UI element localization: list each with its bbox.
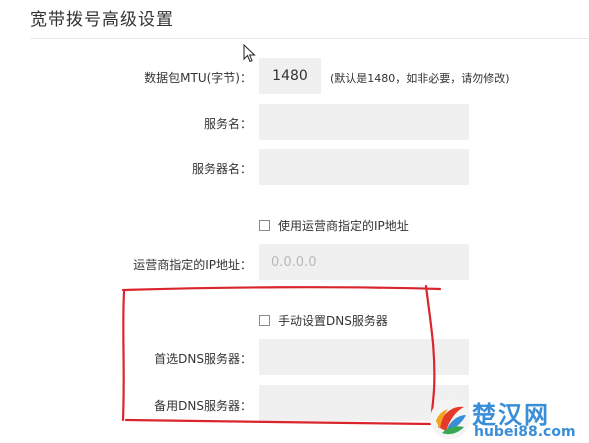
- site-watermark: 楚汉网 hubei88.com: [428, 395, 589, 443]
- title-divider: [30, 38, 589, 39]
- isp-ip-label: 运营商指定的IP地址：: [133, 258, 252, 272]
- secondary-dns-label: 备用DNS服务器：: [154, 399, 252, 413]
- watermark-domain: hubei88.com: [474, 424, 576, 440]
- manual-dns-checkbox[interactable]: [259, 315, 270, 326]
- use-isp-ip-checkbox[interactable]: [259, 220, 270, 231]
- manual-dns-option[interactable]: 手动设置DNS服务器: [259, 312, 388, 329]
- isp-ip-input[interactable]: [259, 244, 469, 280]
- mtu-hint: (默认是1480，如非必要，请勿修改): [330, 72, 510, 85]
- manual-dns-label: 手动设置DNS服务器: [278, 314, 388, 328]
- mouse-cursor-icon: [243, 44, 256, 63]
- page-title: 宽带拨号高级设置: [30, 10, 174, 30]
- primary-dns-input[interactable]: [259, 339, 469, 375]
- use-isp-ip-option[interactable]: 使用运营商指定的IP地址: [259, 217, 409, 234]
- server-name-label: 服务器名：: [191, 162, 252, 176]
- mtu-input[interactable]: [259, 58, 321, 94]
- mtu-label: 数据包MTU(字节)：: [144, 71, 252, 85]
- watermark-logo-icon: [430, 399, 470, 439]
- service-name-input[interactable]: [259, 104, 469, 140]
- primary-dns-label: 首选DNS服务器：: [154, 352, 252, 366]
- service-name-label: 服务名：: [203, 117, 252, 131]
- use-isp-ip-label: 使用运营商指定的IP地址: [278, 219, 409, 233]
- server-name-input[interactable]: [259, 149, 469, 185]
